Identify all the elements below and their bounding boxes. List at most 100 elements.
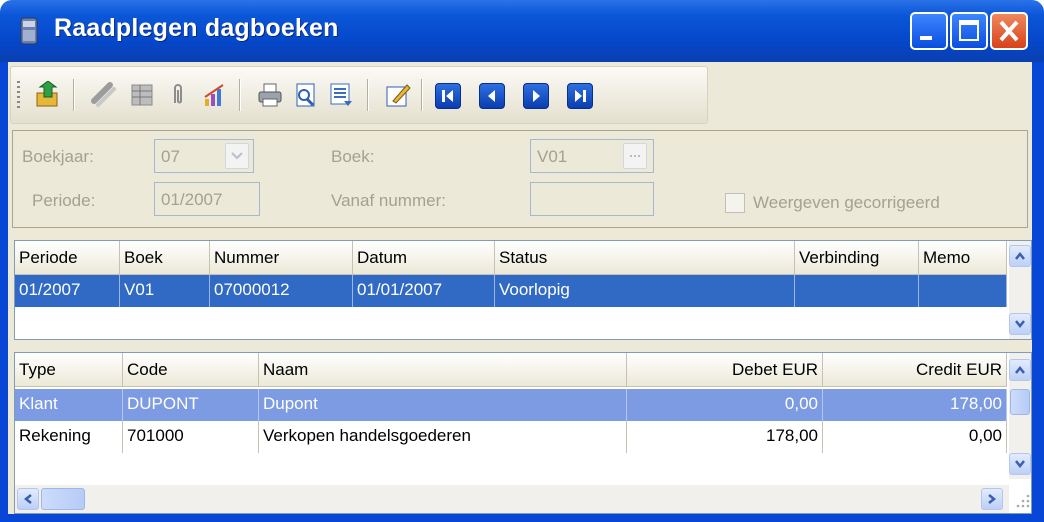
chevron-down-icon [1015, 460, 1025, 468]
lines-scroll-down-button[interactable] [1009, 453, 1031, 475]
previous-record-icon [488, 90, 495, 102]
weergeven-gecorrigeerd-label: Weergeven gecorrigeerd [753, 193, 940, 212]
boek-browse-button[interactable] [623, 143, 647, 169]
boek-field[interactable]: V01 [530, 139, 654, 173]
journal-header-datum[interactable]: Datum [353, 241, 495, 275]
boekjaar-label: Boekjaar: [22, 147, 94, 166]
journal-scroll-down-button[interactable] [1009, 313, 1031, 335]
next-record-button[interactable] [523, 83, 549, 109]
boek-label: Boek: [331, 147, 375, 166]
journal-vertical-scrollbar[interactable] [1009, 241, 1031, 339]
journal-header-status[interactable]: Status [495, 241, 795, 275]
vanaf-nummer-field[interactable] [530, 182, 654, 216]
minimize-button[interactable] [910, 12, 948, 50]
journal-cell-status: Voorlopig [495, 275, 795, 307]
previous-record-button[interactable] [479, 83, 505, 109]
chevron-up-icon [1015, 252, 1025, 260]
lines-header-credit[interactable]: Credit EUR [823, 353, 1007, 387]
periode-field[interactable]: 01/2007 [154, 182, 260, 216]
table-row[interactable]: 01/2007 V01 07000012 01/01/2007 Voorlopi… [15, 275, 1007, 307]
first-record-button[interactable] [435, 83, 461, 109]
lines-header-code[interactable]: Code [123, 353, 259, 387]
print-icon[interactable] [255, 80, 285, 110]
journal-header-memo[interactable]: Memo [919, 241, 1007, 275]
maximize-icon [959, 20, 979, 41]
list-icon[interactable] [327, 80, 357, 110]
lines-horizontal-scrollbar[interactable] [15, 485, 1009, 513]
next-record-icon [533, 90, 540, 102]
chevron-right-icon [988, 494, 996, 504]
weergeven-gecorrigeerd-checkbox[interactable] [725, 193, 745, 213]
last-record-icon [575, 90, 586, 102]
toolbar [10, 66, 708, 124]
journal-cell-boek: V01 [120, 275, 210, 307]
journal-cell-nummer: 07000012 [210, 275, 353, 307]
chevron-left-icon [24, 494, 32, 504]
journal-header-nummer[interactable]: Nummer [210, 241, 353, 275]
boekjaar-dropdown-button[interactable] [225, 143, 249, 169]
close-button[interactable] [990, 12, 1028, 50]
window: Raadplegen dagboeken Boekjaar: 07 Boek: … [0, 0, 1044, 522]
table-row[interactable]: Rekening 701000 Verkopen handelsgoederen… [15, 421, 1007, 453]
close-icon [999, 20, 1019, 42]
title-bar[interactable]: Raadplegen dagboeken [0, 0, 1044, 62]
journal-header-periode[interactable]: Periode [15, 241, 120, 275]
toolbar-grip[interactable] [17, 81, 20, 111]
chevron-up-icon [1015, 366, 1025, 374]
lines-cell-debet: 0,00 [627, 389, 823, 421]
lines-cell-naam: Verkopen handelsgoederen [259, 421, 627, 453]
journal-scroll-up-button[interactable] [1009, 245, 1031, 267]
boekjaar-combobox[interactable]: 07 [154, 139, 254, 173]
journal-header-verbinding[interactable]: Verbinding [795, 241, 919, 275]
lines-scroll-right-button[interactable] [981, 488, 1003, 510]
lines-header-naam[interactable]: Naam [259, 353, 627, 387]
link-icon[interactable] [89, 80, 119, 110]
table-row[interactable]: Klant DUPONT Dupont 0,00 178,00 [15, 389, 1007, 421]
ellipsis-icon [630, 155, 640, 157]
minimize-icon [920, 36, 932, 40]
lines-scroll-left-button[interactable] [17, 488, 39, 510]
periode-value: 01/2007 [161, 190, 223, 209]
lines-scroll-up-button[interactable] [1009, 359, 1031, 381]
lines-cell-naam: Dupont [259, 389, 627, 421]
paperclip-icon[interactable] [163, 80, 193, 110]
lines-cell-code: 701000 [123, 421, 259, 453]
toolbar-separator [239, 79, 241, 111]
lines-vertical-scroll-thumb[interactable] [1010, 389, 1030, 415]
periode-label: Periode: [32, 191, 96, 210]
lines-cell-debet: 178,00 [627, 421, 823, 453]
lines-header-debet[interactable]: Debet EUR [627, 353, 823, 387]
journal-header-boek[interactable]: Boek [120, 241, 210, 275]
chart-icon[interactable] [199, 80, 229, 110]
maximize-button[interactable] [950, 12, 988, 50]
lines-vertical-scrollbar[interactable] [1009, 353, 1031, 479]
grid-icon[interactable] [127, 80, 157, 110]
first-record-icon [442, 90, 453, 102]
window-title: Raadplegen dagboeken [54, 14, 339, 42]
vanaf-nummer-label: Vanaf nummer: [331, 191, 446, 210]
export-icon[interactable] [33, 80, 63, 110]
toolbar-separator [367, 79, 369, 111]
lines-cell-credit: 0,00 [823, 421, 1007, 453]
app-icon [20, 17, 38, 45]
toolbar-separator [421, 79, 423, 111]
lines-horizontal-scroll-thumb[interactable] [41, 488, 85, 510]
chevron-down-icon [1015, 320, 1025, 328]
edit-icon[interactable] [383, 80, 413, 110]
last-record-button[interactable] [567, 83, 593, 109]
journal-cell-datum: 01/01/2007 [353, 275, 495, 307]
lines-header-type[interactable]: Type [15, 353, 123, 387]
preview-icon[interactable] [291, 80, 321, 110]
journal-cell-memo [919, 275, 1007, 307]
lines-cell-credit: 178,00 [823, 389, 1007, 421]
journal-cell-verbinding [795, 275, 919, 307]
lines-cell-type: Rekening [15, 421, 123, 453]
boekjaar-value: 07 [161, 147, 180, 166]
toolbar-separator [73, 79, 75, 111]
lines-cell-code: DUPONT [123, 389, 259, 421]
journal-cell-periode: 01/2007 [15, 275, 120, 307]
lines-grid: Type Code Naam Debet EUR Credit EUR Klan… [14, 352, 1032, 514]
chevron-down-icon [231, 152, 243, 160]
lines-cell-type: Klant [15, 389, 123, 421]
resize-grip-icon[interactable] [1013, 491, 1031, 509]
